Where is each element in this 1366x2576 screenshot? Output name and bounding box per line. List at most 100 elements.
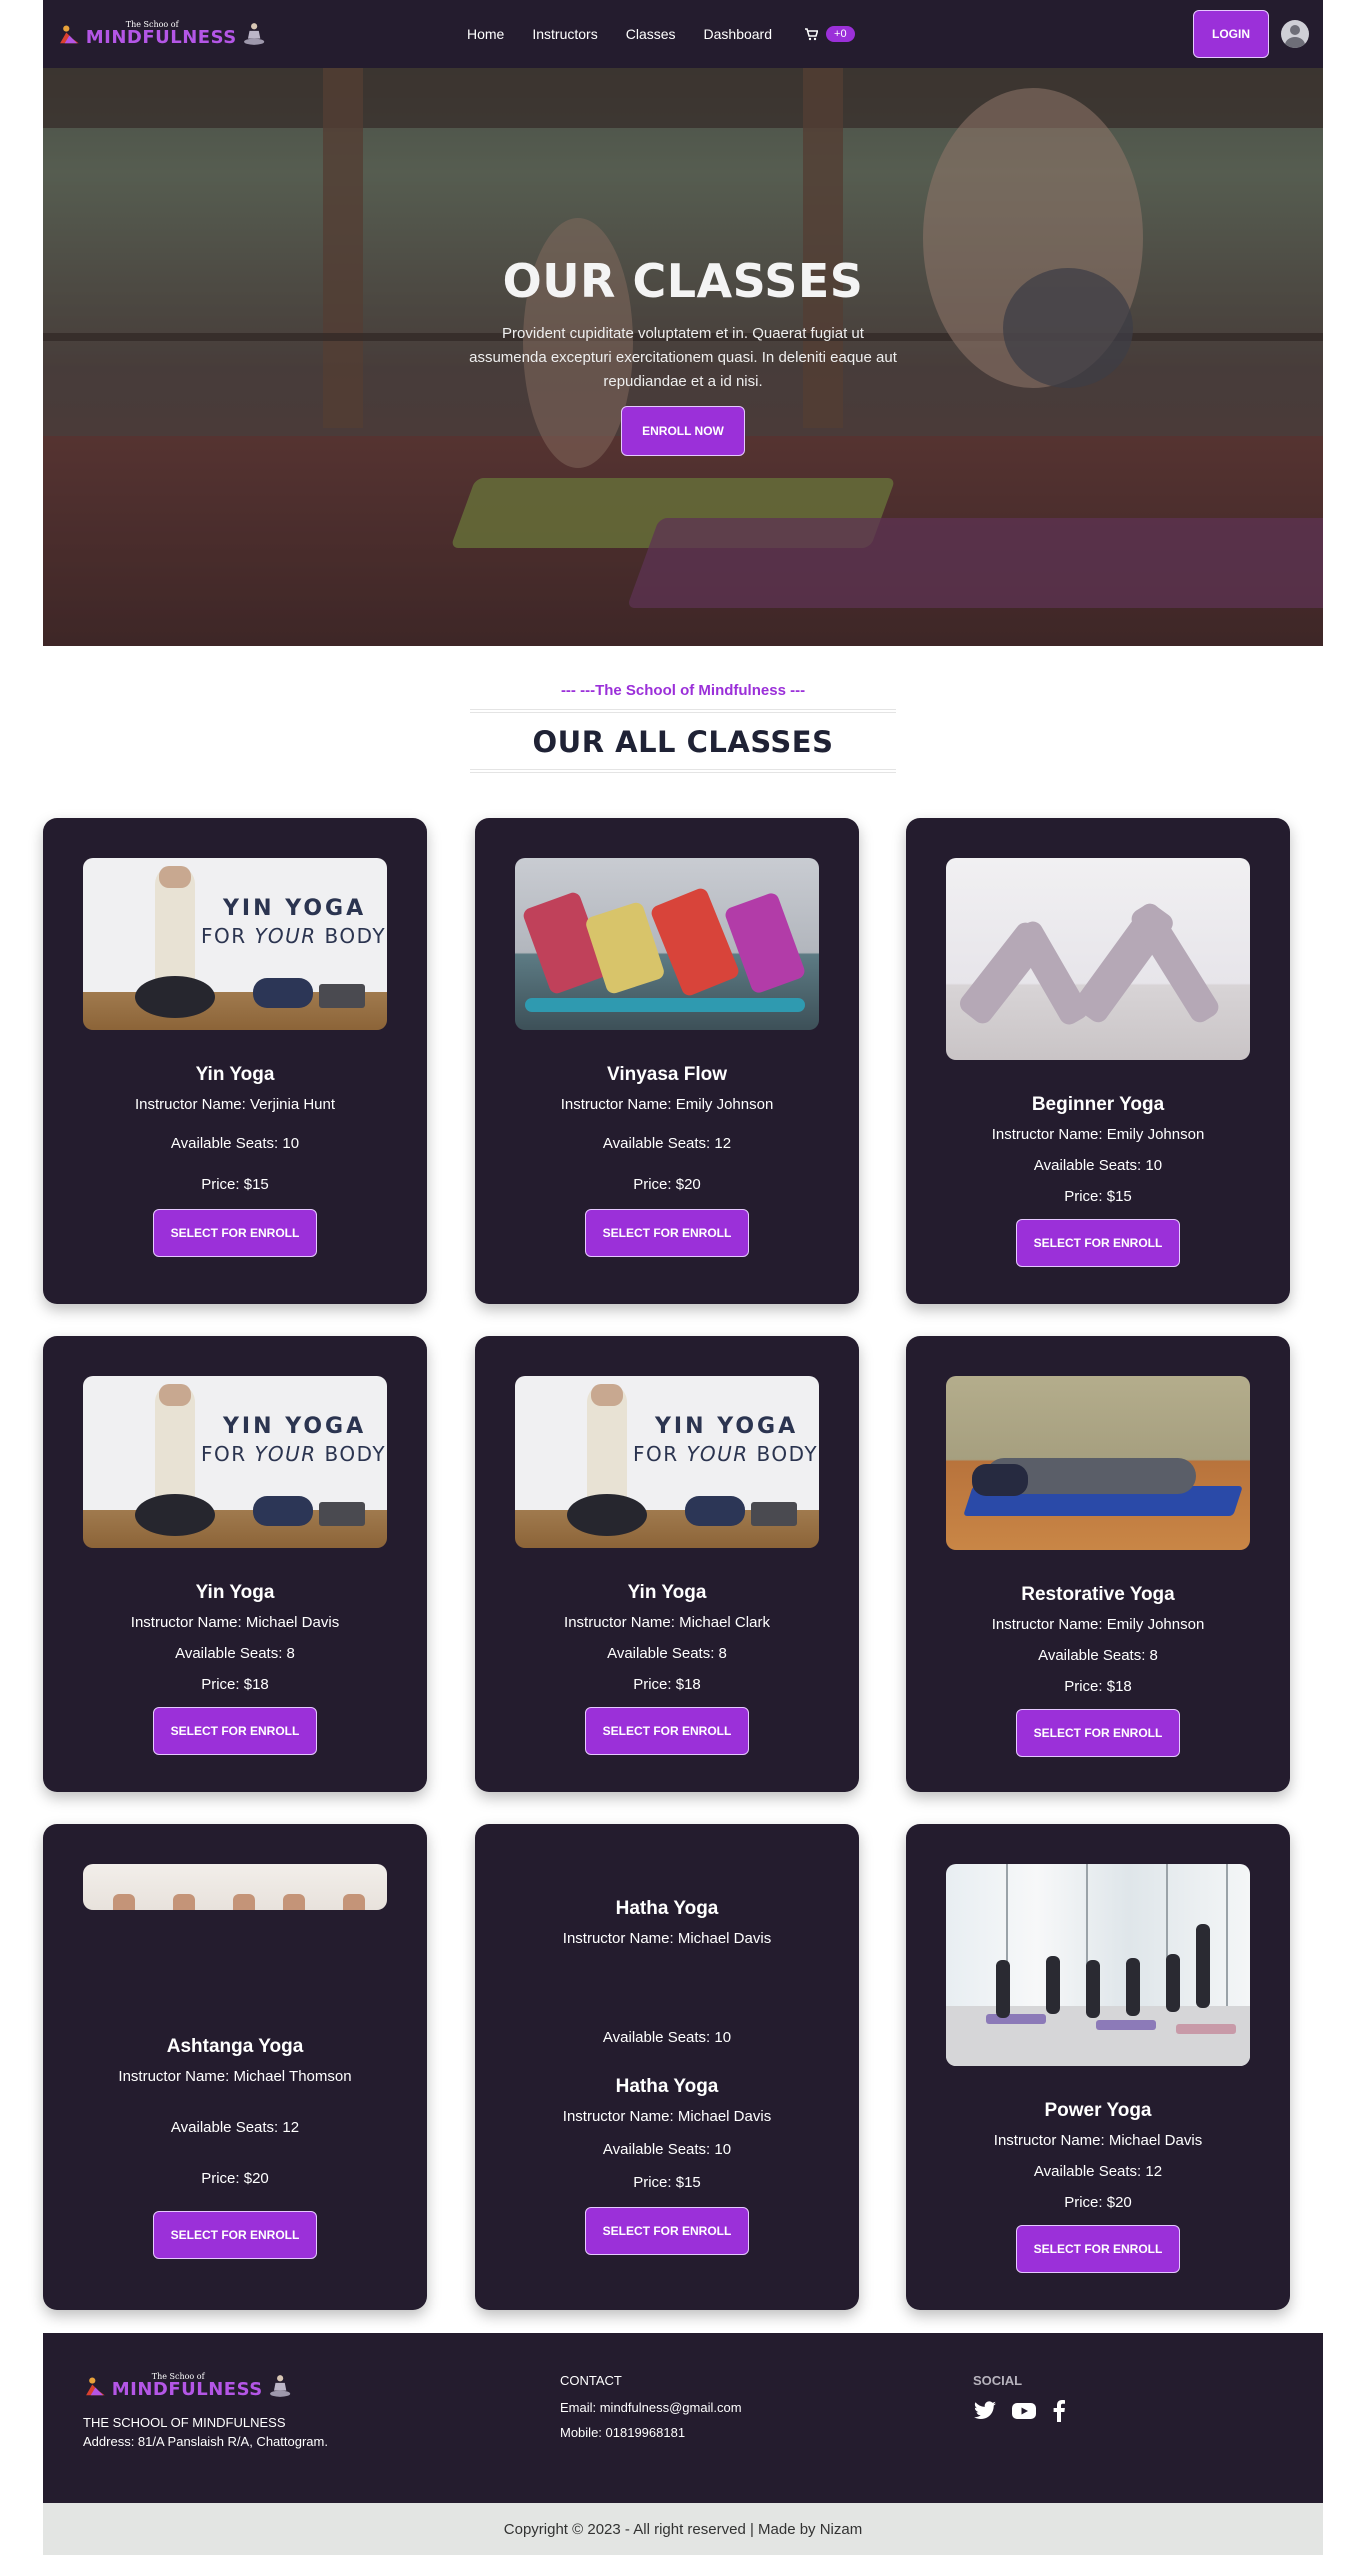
facebook-icon[interactable] (1051, 2400, 1067, 2422)
brand-big: MINDFULNESS (111, 2379, 263, 2400)
footer: The Schoo of MINDFULNESS THE SCHOOL OF M… (43, 2333, 1323, 2503)
image-caption: YIN YOGA (223, 1414, 367, 1439)
navbar: The Schoo of MINDFULNESS Home Instructor… (43, 0, 1323, 68)
login-button[interactable]: LOGIN (1193, 10, 1269, 58)
select-for-enroll-button[interactable]: SELECT FOR ENROLL (585, 1707, 749, 1755)
nav-classes[interactable]: Classes (626, 26, 676, 42)
footer-school-name: THE SCHOOL OF MINDFULNESS (83, 2415, 286, 2430)
class-card: Ashtanga Yoga Instructor Name: Michael T… (43, 1824, 427, 2310)
class-seats: Available Seats: 8 (607, 1645, 727, 1662)
class-seats: Available Seats: 12 (602, 1135, 732, 1152)
class-instructor: Instructor Name: Michael Clark (564, 1614, 770, 1631)
copyright-text: Copyright © 2023 - All right reserved | … (503, 2520, 863, 2538)
brand-logo[interactable]: The Schoo of MINDFULNESS (57, 17, 267, 51)
class-image (83, 1864, 387, 1910)
class-seats: Available Seats: 12 (170, 2119, 300, 2136)
section-header: --- ---The School of Mindfulness --- OUR… (43, 646, 1323, 816)
class-instructor: Instructor Name: Emily Johnson (991, 1126, 1205, 1143)
section-divider (470, 709, 896, 713)
class-card: Vinyasa Flow Instructor Name: Emily John… (475, 818, 859, 1304)
nav-home[interactable]: Home (467, 26, 504, 42)
avatar-icon[interactable] (1281, 20, 1309, 48)
footer-social-heading: SOCIAL (973, 2373, 1023, 2388)
nav-dashboard[interactable]: Dashboard (704, 26, 773, 42)
class-image: YIN YOGA FOR YOUR BODY (83, 858, 387, 1030)
class-image (946, 1376, 1250, 1550)
class-card: YIN YOGA FOR YOUR BODY Yin Yoga Instruct… (475, 1336, 859, 1792)
image-caption: FOR YOUR BODY (201, 1442, 387, 1466)
class-name: Ashtanga Yoga (166, 2036, 304, 2057)
class-card: Hatha Yoga Instructor Name: Michael Davi… (475, 1824, 859, 2310)
class-name: Beginner Yoga (1031, 1094, 1165, 1115)
class-instructor: Instructor Name: Verjinia Hunt (134, 1096, 336, 1113)
nav-instructors[interactable]: Instructors (532, 26, 597, 42)
class-name: Yin Yoga (195, 1582, 275, 1603)
footer-address: Address: 81/A Panslaish R/A, Chattogram. (83, 2434, 328, 2449)
class-name-duplicate: Hatha Yoga (615, 2076, 719, 2097)
footer-contact: CONTACT Email: mindfulness@gmail.com Mob… (560, 2373, 742, 2450)
image-caption: YIN YOGA (223, 896, 367, 921)
class-name: Restorative Yoga (1021, 1584, 1175, 1605)
select-for-enroll-button[interactable]: SELECT FOR ENROLL (153, 1209, 317, 1257)
class-name: Yin Yoga (195, 1064, 275, 1085)
footer-logo[interactable]: The Schoo of MINDFULNESS (83, 2369, 293, 2403)
select-for-enroll-button[interactable]: SELECT FOR ENROLL (1016, 1219, 1180, 1267)
class-instructor: Instructor Name: Michael Davis (130, 1614, 340, 1631)
class-image: YIN YOGA FOR YOUR BODY (515, 1376, 819, 1548)
hero-text: Provident cupiditate voluptatem et in. Q… (469, 325, 897, 390)
footer-brand: The Schoo of MINDFULNESS THE SCHOOL OF M… (83, 2369, 328, 2459)
select-for-enroll-button[interactable]: SELECT FOR ENROLL (1016, 1709, 1180, 1757)
hero-title: OUR CLASSES (502, 254, 864, 308)
cart-button[interactable]: +0 (804, 26, 855, 42)
select-for-enroll-button[interactable]: SELECT FOR ENROLL (585, 2207, 749, 2255)
class-seats: Available Seats: 10 (1033, 1157, 1163, 1174)
section-title: OUR ALL CLASSES (532, 725, 834, 759)
class-card: Restorative Yoga Instructor Name: Emily … (906, 1336, 1290, 1792)
image-caption: YIN YOGA (655, 1414, 799, 1439)
yoga-logo-icon (60, 25, 79, 44)
brand-big: MINDFULNESS (85, 27, 237, 48)
class-card: YIN YOGA FOR YOUR BODY Yin Yoga Instruct… (43, 818, 427, 1304)
select-for-enroll-button[interactable]: SELECT FOR ENROLL (1016, 2225, 1180, 2273)
copyright-bar: Copyright © 2023 - All right reserved | … (43, 2503, 1323, 2555)
brand-text: The Schoo of MINDFULNESS (112, 2373, 263, 2399)
select-for-enroll-button[interactable]: SELECT FOR ENROLL (153, 1707, 317, 1755)
hero-banner: OUR CLASSES Provident cupiditate volupta… (43, 68, 1323, 646)
class-name: Power Yoga (1044, 2100, 1152, 2121)
class-price: Price: $20 (633, 1176, 701, 1193)
class-price: Price: $18 (633, 1676, 701, 1693)
class-card: YIN YOGA FOR YOUR BODY Yin Yoga Instruct… (43, 1336, 427, 1792)
class-instructor: Instructor Name: Michael Davis (993, 2132, 1203, 2149)
select-for-enroll-button[interactable]: SELECT FOR ENROLL (585, 1209, 749, 1257)
class-seats-duplicate: Available Seats: 10 (602, 2141, 732, 2158)
meditation-icon (243, 23, 264, 45)
class-instructor: Instructor Name: Michael Davis (562, 1930, 772, 1947)
select-for-enroll-button[interactable]: SELECT FOR ENROLL (153, 2211, 317, 2259)
social-icons (973, 2400, 1067, 2422)
class-price: Price: $15 (201, 1176, 269, 1193)
footer-email[interactable]: Email: mindfulness@gmail.com (560, 2400, 742, 2415)
brand-text: The Schoo of MINDFULNESS (86, 21, 237, 47)
cart-badge: +0 (826, 26, 855, 42)
class-seats: Available Seats: 10 (170, 1135, 300, 1152)
footer-social: SOCIAL (973, 2373, 1067, 2422)
class-price: Price: $20 (1064, 2194, 1132, 2211)
class-seats: Available Seats: 12 (1033, 2163, 1163, 2180)
section-subtitle: --- ---The School of Mindfulness --- (560, 682, 806, 699)
youtube-icon[interactable] (1011, 2401, 1037, 2421)
footer-mobile: Mobile: 01819968181 (560, 2425, 686, 2440)
class-price: Price: $18 (1064, 1678, 1132, 1695)
yoga-logo-icon (86, 2377, 105, 2396)
twitter-icon[interactable] (973, 2401, 997, 2421)
class-instructor-duplicate: Instructor Name: Michael Davis (562, 2108, 772, 2125)
class-price: Price: $15 (1064, 1188, 1132, 1205)
class-image (946, 858, 1250, 1060)
class-price: Price: $18 (201, 1676, 269, 1693)
class-instructor: Instructor Name: Emily Johnson (560, 1096, 774, 1113)
class-name: Yin Yoga (627, 1582, 707, 1603)
class-name: Vinyasa Flow (606, 1064, 728, 1085)
enroll-now-button[interactable]: ENROLL NOW (621, 406, 745, 456)
section-divider (470, 769, 896, 773)
class-image: YIN YOGA FOR YOUR BODY (83, 1376, 387, 1548)
nav-right: LOGIN (1193, 10, 1309, 58)
